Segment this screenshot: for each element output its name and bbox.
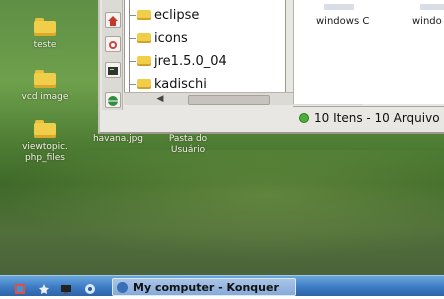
- folder-icon: [34, 120, 56, 138]
- tree-item-label: icons: [154, 30, 188, 46]
- tree-item-kadischi[interactable]: kadischi: [129, 75, 207, 93]
- desktop-icon-viewtopic-php-files[interactable]: viewtopic. php_files: [5, 120, 85, 164]
- task-button-label: My computer - Konquer: [133, 280, 279, 294]
- folder-icon: [137, 79, 151, 89]
- tree-item-label: kadischi: [154, 76, 207, 92]
- desktop-icon-pasta-do-usuario[interactable]: Pasta do Usuário: [148, 134, 228, 156]
- desktop-icon-havana-jpg[interactable]: havana.jpg: [78, 134, 158, 145]
- folder-icon: [34, 18, 56, 36]
- globe-icon[interactable]: [105, 92, 121, 108]
- file-item-windows-c[interactable]: windows C: [316, 4, 370, 27]
- star-icon[interactable]: [38, 280, 50, 294]
- file-item-windo[interactable]: windo: [412, 4, 444, 27]
- folder-icon: [137, 33, 151, 43]
- chevron-left-icon[interactable]: ◀: [154, 93, 166, 105]
- file-item-label: windo: [412, 16, 442, 27]
- start-menu-icon[interactable]: [14, 280, 26, 294]
- desktop-icon-label: teste: [33, 40, 57, 50]
- file-view-panel[interactable]: windows C windo: [293, 0, 444, 104]
- status-indicator-icon: [299, 113, 309, 123]
- browser-icon[interactable]: [84, 280, 96, 294]
- tree-item-eclipse[interactable]: eclipse: [129, 6, 200, 24]
- status-bar: 10 Itens - 10 Arquivo: [293, 106, 444, 129]
- tree-item-label: jre1.5.0_04: [154, 53, 227, 69]
- desktop-icon-label: viewtopic. php_files: [22, 142, 68, 163]
- file-manager-window: eclipse icons jre1.5.0_04 kadischi ▼ ◀ ▶…: [98, 0, 444, 134]
- desktop-icon-label: Pasta do Usuário: [168, 134, 208, 155]
- taskbar: My computer - Konquer: [0, 275, 444, 296]
- folder-icon: [137, 10, 151, 20]
- desktop-icon-label: havana.jpg: [92, 134, 144, 144]
- tree-item-icons[interactable]: icons: [129, 29, 188, 47]
- monitor-icon[interactable]: [60, 280, 72, 294]
- folder-icon: [34, 70, 56, 88]
- folder-tree-panel[interactable]: eclipse icons jre1.5.0_04 kadischi: [124, 0, 286, 93]
- file-item-label: windows C: [316, 16, 370, 27]
- konqueror-icon: [117, 281, 128, 293]
- desktop-icon-teste[interactable]: teste: [5, 18, 85, 51]
- desktop-icon-label: vcd image: [21, 92, 69, 102]
- network-icon[interactable]: [105, 36, 121, 52]
- tree-item-jre[interactable]: jre1.5.0_04: [129, 52, 227, 70]
- tree-connector-line: [129, 0, 130, 92]
- folder-icon: [137, 56, 151, 66]
- terminal-icon[interactable]: [105, 62, 121, 78]
- tree-item-label: eclipse: [154, 7, 200, 23]
- task-button-my-computer[interactable]: My computer - Konquer: [112, 278, 296, 296]
- status-text: 10 Itens - 10 Arquivo: [314, 111, 440, 125]
- side-navigation-bar: [102, 0, 123, 110]
- scrollbar-thumb[interactable]: [188, 95, 270, 105]
- desktop-icon-vcd-image[interactable]: vcd image: [5, 70, 85, 103]
- home-icon[interactable]: [105, 12, 121, 28]
